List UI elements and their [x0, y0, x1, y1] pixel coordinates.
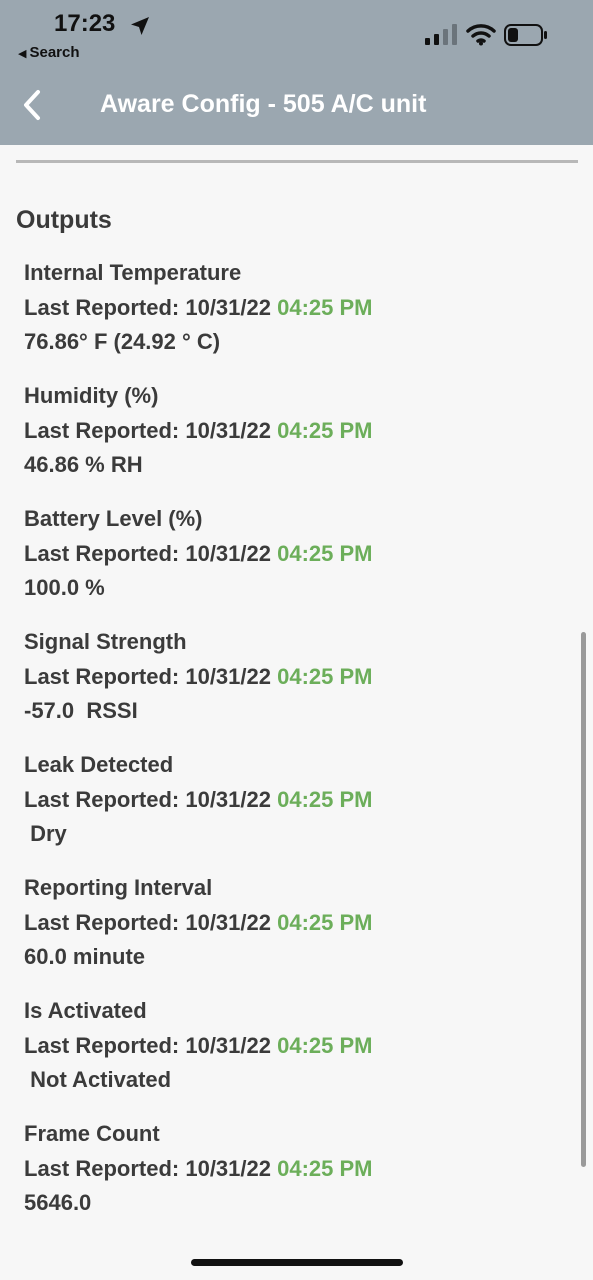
output-item-leak-detected: Leak Detected Last Reported: 10/31/22 04…: [24, 748, 564, 871]
last-reported-date: Last Reported: 10/31/22: [24, 786, 271, 812]
page-title: Aware Config - 505 A/C unit: [100, 90, 427, 118]
output-name: Battery Level (%): [24, 506, 203, 531]
last-reported-date: Last Reported: 10/31/22: [24, 663, 271, 689]
output-item-signal-strength: Signal Strength Last Reported: 10/31/22 …: [24, 625, 564, 748]
output-value: 76.86° F (24.92 ° C): [24, 329, 221, 354]
last-reported: Last Reported: 10/31/22 04:25 PM: [24, 1029, 564, 1064]
last-reported: Last Reported: 10/31/22 04:25 PM: [24, 414, 564, 449]
output-value: 46.86 % RH: [24, 452, 143, 477]
output-item-frame-count: Frame Count Last Reported: 10/31/22 04:2…: [24, 1117, 564, 1240]
back-triangle-icon: ◀: [18, 48, 27, 60]
battery-icon: [504, 24, 547, 46]
last-reported-time: 04:25 PM: [277, 1032, 373, 1058]
last-reported-date: Last Reported: 10/31/22: [24, 909, 271, 935]
last-reported-date: Last Reported: 10/31/22: [24, 417, 271, 443]
last-reported: Last Reported: 10/31/22 04:25 PM: [24, 1152, 564, 1187]
status-back-label: Search: [29, 44, 80, 61]
outputs-list: Internal Temperature Last Reported: 10/3…: [24, 256, 564, 1240]
last-reported-date: Last Reported: 10/31/22: [24, 294, 271, 320]
output-item-battery-level: Battery Level (%) Last Reported: 10/31/2…: [24, 502, 564, 625]
last-reported-time: 04:25 PM: [277, 909, 373, 935]
status-time: 17:23: [54, 10, 116, 37]
status-back-to-search[interactable]: ◀ Search: [18, 44, 80, 61]
last-reported: Last Reported: 10/31/22 04:25 PM: [24, 906, 564, 941]
output-item-reporting-interval: Reporting Interval Last Reported: 10/31/…: [24, 871, 564, 994]
last-reported-date: Last Reported: 10/31/22: [24, 1032, 271, 1058]
output-name: Humidity (%): [24, 383, 159, 408]
wifi-icon: [466, 24, 496, 46]
last-reported-time: 04:25 PM: [277, 786, 373, 812]
output-item-humidity: Humidity (%) Last Reported: 10/31/22 04:…: [24, 379, 564, 502]
output-value: Dry: [24, 821, 67, 846]
output-name: Frame Count: [24, 1121, 160, 1146]
last-reported-date: Last Reported: 10/31/22: [24, 1155, 271, 1181]
header-bar: 17:23 ◀ Search Aware Config - 505 A/C un…: [0, 0, 593, 145]
last-reported-time: 04:25 PM: [277, 294, 373, 320]
location-arrow-icon: [131, 17, 149, 35]
section-divider: [16, 160, 578, 163]
home-indicator[interactable]: [191, 1259, 403, 1266]
last-reported-date: Last Reported: 10/31/22: [24, 540, 271, 566]
last-reported: Last Reported: 10/31/22 04:25 PM: [24, 660, 564, 695]
last-reported-time: 04:25 PM: [277, 417, 373, 443]
scrollbar[interactable]: [581, 632, 586, 1167]
chevron-left-icon[interactable]: [20, 88, 46, 122]
output-name: Internal Temperature: [24, 260, 242, 285]
app-screen: 17:23 ◀ Search Aware Config - 505 A/C un…: [0, 0, 593, 1280]
output-value: Not Activated: [24, 1067, 172, 1092]
section-title-outputs: Outputs: [16, 206, 112, 234]
output-value: -57.0 RSSI: [24, 698, 138, 723]
output-item-internal-temperature: Internal Temperature Last Reported: 10/3…: [24, 256, 564, 379]
output-name: Is Activated: [24, 998, 147, 1023]
last-reported-time: 04:25 PM: [277, 1155, 373, 1181]
output-name: Leak Detected: [24, 752, 174, 777]
last-reported-time: 04:25 PM: [277, 663, 373, 689]
last-reported: Last Reported: 10/31/22 04:25 PM: [24, 291, 564, 326]
output-value: 100.0 %: [24, 575, 105, 600]
last-reported: Last Reported: 10/31/22 04:25 PM: [24, 537, 564, 572]
output-item-is-activated: Is Activated Last Reported: 10/31/22 04:…: [24, 994, 564, 1117]
cellular-signal-icon: [425, 24, 457, 45]
last-reported-time: 04:25 PM: [277, 540, 373, 566]
output-name: Reporting Interval: [24, 875, 213, 900]
output-value: 5646.0: [24, 1190, 92, 1215]
last-reported: Last Reported: 10/31/22 04:25 PM: [24, 783, 564, 818]
output-name: Signal Strength: [24, 629, 187, 654]
output-value: 60.0 minute: [24, 944, 146, 969]
